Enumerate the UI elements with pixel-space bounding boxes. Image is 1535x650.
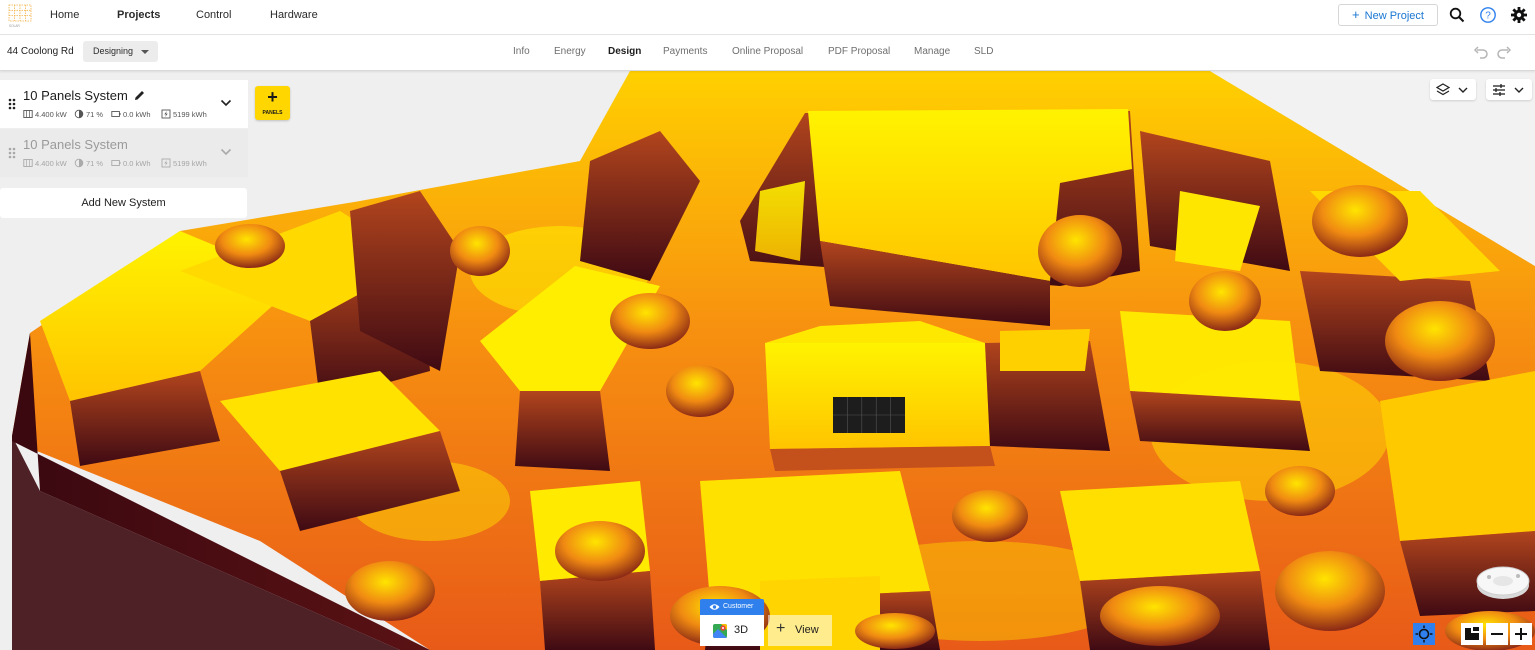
system-kw: 4.400 kW xyxy=(35,159,67,168)
undo-icon[interactable] xyxy=(1473,45,1489,59)
system-card-2[interactable]: 10 Panels System 4.400 kW 71 % 0.0 kWh 5… xyxy=(0,129,248,177)
tab-online-proposal[interactable]: Online Proposal xyxy=(732,46,803,57)
chevron-down-icon xyxy=(1458,87,1468,93)
layers-dropdown[interactable] xyxy=(1430,79,1476,100)
system-pct: 71 % xyxy=(86,110,104,119)
gear-icon[interactable] xyxy=(1510,6,1528,24)
tab-energy[interactable]: Energy xyxy=(554,46,586,57)
sun-icon xyxy=(74,158,84,168)
tune-dropdown[interactable] xyxy=(1486,79,1532,100)
sun-icon xyxy=(74,109,84,119)
map-style-icon[interactable] xyxy=(1461,623,1483,645)
system-battery: 0.0 kWh xyxy=(123,159,151,168)
chevron-down-icon[interactable] xyxy=(220,147,232,157)
nav-hardware[interactable]: Hardware xyxy=(270,0,318,32)
help-icon[interactable]: ? xyxy=(1479,6,1497,24)
panels-label: PANELS xyxy=(262,110,283,116)
system-pct: 71 % xyxy=(86,159,104,168)
svg-text:?: ? xyxy=(1485,11,1491,22)
grid-logo-icon[interactable]: SOLAR xyxy=(8,4,32,28)
tab-pdf-proposal[interactable]: PDF Proposal xyxy=(828,46,890,57)
caret-down-icon xyxy=(141,50,149,54)
view-label: View xyxy=(795,624,819,636)
pencil-icon[interactable] xyxy=(133,89,146,102)
customer-view-badge[interactable]: Customer xyxy=(700,599,764,615)
project-toolbar: 44 Coolong Rd Designing Info Energy Desi… xyxy=(0,35,1535,71)
plus-icon: + xyxy=(776,620,786,637)
nav-projects[interactable]: Projects xyxy=(117,0,160,32)
system-battery: 0.0 kWh xyxy=(123,110,151,119)
nav-home[interactable]: Home xyxy=(50,0,79,32)
top-navigation: SOLAR Home Projects Control Hardware + Ne… xyxy=(0,0,1535,35)
tab-payments[interactable]: Payments xyxy=(663,46,707,57)
map-pin-icon xyxy=(713,624,727,638)
battery-icon xyxy=(111,111,121,117)
system-card-1[interactable]: 10 Panels System 4.400 kW 71 % 0.0 kWh 5… xyxy=(0,80,248,128)
search-icon[interactable] xyxy=(1448,6,1466,24)
logo-text: SOLAR xyxy=(9,24,21,28)
system-output: 5199 kWh xyxy=(173,159,207,168)
tab-info[interactable]: Info xyxy=(513,46,530,57)
battery-icon xyxy=(111,160,121,166)
add-new-system-button[interactable]: Add New System xyxy=(0,188,247,218)
plus-icon: + xyxy=(1352,7,1360,22)
drag-handle-icon[interactable] xyxy=(8,98,16,110)
tab-design[interactable]: Design xyxy=(608,46,641,57)
tune-icon xyxy=(1493,84,1505,96)
chevron-down-icon[interactable] xyxy=(220,98,232,108)
system-output: 5199 kWh xyxy=(173,110,207,119)
eye-icon xyxy=(709,604,720,610)
zoom-out-icon[interactable] xyxy=(1486,623,1508,645)
output-icon xyxy=(161,158,171,168)
sun-settings-icon[interactable] xyxy=(1413,623,1435,645)
tab-sld[interactable]: SLD xyxy=(974,46,993,57)
system-kw: 4.400 kW xyxy=(35,110,67,119)
solar-panel-array[interactable] xyxy=(833,397,905,433)
layers-icon xyxy=(1436,83,1450,96)
nav-control[interactable]: Control xyxy=(196,0,231,32)
system-title: 10 Panels System xyxy=(23,137,128,152)
new-project-button[interactable]: + New Project xyxy=(1338,4,1438,26)
system-title: 10 Panels System xyxy=(23,88,128,103)
compass-icon[interactable] xyxy=(1476,563,1530,601)
new-project-label: New Project xyxy=(1364,10,1424,22)
chevron-down-icon xyxy=(1514,87,1524,93)
project-address: 44 Coolong Rd xyxy=(7,46,74,57)
zoom-in-icon[interactable] xyxy=(1510,623,1532,645)
panel-icon xyxy=(23,159,33,167)
output-icon xyxy=(161,109,171,119)
status-dropdown[interactable]: Designing xyxy=(83,41,158,62)
mode-3d-button[interactable]: 3D xyxy=(700,615,764,646)
tab-manage[interactable]: Manage xyxy=(914,46,950,57)
panel-icon xyxy=(23,110,33,118)
add-view-button[interactable]: + View xyxy=(768,615,832,646)
mode-label: 3D xyxy=(734,624,749,636)
redo-icon[interactable] xyxy=(1496,45,1512,59)
add-panels-button[interactable]: + PANELS xyxy=(255,86,290,120)
customer-label: Customer xyxy=(723,603,754,610)
drag-handle-icon[interactable] xyxy=(8,147,16,159)
status-value: Designing xyxy=(93,46,134,56)
plus-icon: + xyxy=(267,87,278,107)
